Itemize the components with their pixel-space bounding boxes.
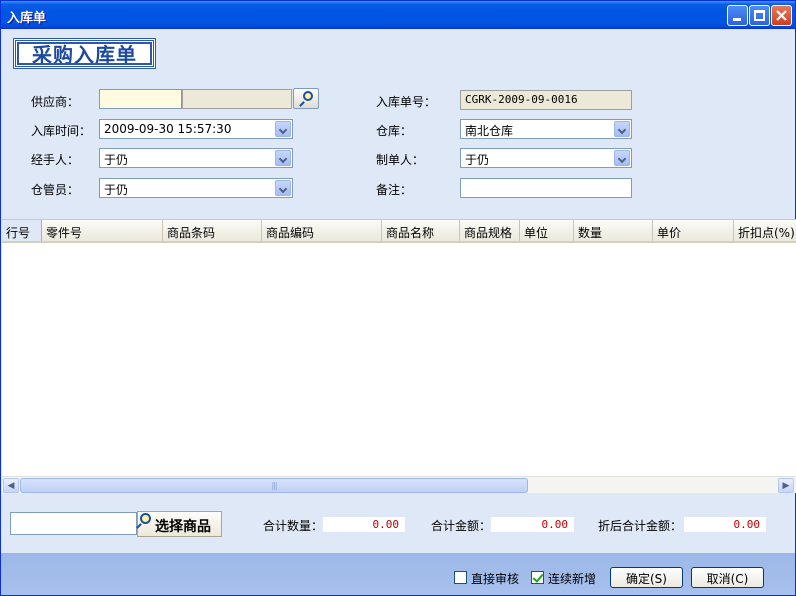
supplier-search-button[interactable] [293, 88, 319, 109]
chevron-down-icon[interactable] [614, 121, 630, 137]
supplier-label: 供应商： [31, 95, 80, 109]
direct-audit-label[interactable]: 直接审核 [471, 570, 519, 587]
creator-label: 制单人： [376, 153, 425, 167]
chevron-down-icon[interactable] [275, 180, 291, 196]
discounted-total-value: 0.00 [684, 517, 766, 532]
chevron-down-icon[interactable] [275, 121, 291, 137]
items-grid[interactable]: 行号 零件号 商品条码 商品编码 商品名称 商品规格 单位 数量 单价 折扣点(… [2, 219, 796, 493]
footer-bar: 直接审核 连续新增 确定(S) 取消(C) [1, 553, 795, 595]
direct-audit-checkbox[interactable] [454, 571, 467, 584]
close-icon [776, 10, 787, 21]
column-header[interactable]: 商品编码 [262, 220, 382, 241]
scroll-right-button[interactable]: ▶ [778, 478, 794, 493]
creator-select[interactable]: 于仍 [460, 148, 632, 168]
warehouse-label: 仓库： [376, 124, 413, 138]
column-header[interactable]: 数量 [574, 220, 653, 241]
handler-value: 于仍 [104, 153, 129, 167]
order-no-field: CGRK-2009-09-0016 [460, 90, 632, 110]
total-qty-label: 合计数量： [263, 519, 324, 533]
keeper-select[interactable]: 于仍 [99, 178, 293, 198]
discounted-total-label: 折后合计金额： [598, 519, 683, 533]
keeper-value: 于仍 [104, 183, 129, 197]
supplier-input[interactable] [99, 89, 182, 109]
grid-header: 行号 零件号 商品条码 商品编码 商品名称 商品规格 单位 数量 单价 折扣点(… [2, 220, 796, 243]
remark-input[interactable] [460, 178, 632, 198]
maximize-icon [754, 10, 765, 21]
horizontal-scrollbar[interactable]: ◀ ||| ▶ [2, 476, 796, 493]
warehouse-value: 南北仓库 [465, 124, 514, 138]
scroll-left-button[interactable]: ◀ [3, 478, 19, 493]
scroll-thumb-grip: ||| [271, 481, 277, 490]
creator-value: 于仍 [465, 153, 490, 167]
ok-button[interactable]: 确定(S) [610, 567, 683, 588]
cancel-button[interactable]: 取消(C) [691, 567, 764, 588]
column-header[interactable]: 商品名称 [382, 220, 460, 241]
maximize-button[interactable] [749, 5, 770, 26]
continuous-add-checkbox[interactable] [531, 571, 544, 584]
column-header[interactable]: 商品规格 [460, 220, 520, 241]
column-header[interactable]: 零件号 [42, 220, 163, 241]
select-product-label: 选择商品 [155, 519, 211, 535]
title-bar[interactable]: 入库单 [1, 1, 795, 29]
order-no-label: 入库单号： [376, 95, 437, 109]
total-qty-value: 0.00 [323, 517, 405, 532]
order-no-value: CGRK-2009-09-0016 [465, 93, 578, 106]
time-picker[interactable]: 2009-09-30 15:57:30 [99, 119, 293, 139]
total-amount-value: 0.00 [491, 517, 574, 532]
purchase-receipt-window: 入库单 采购入库单 供应商： 入库时间： 2009-09-30 15:57:30… [0, 0, 796, 596]
minimize-button[interactable] [727, 5, 748, 26]
time-value: 2009-09-30 15:57:30 [104, 122, 232, 136]
chevron-right-icon: ▶ [782, 480, 790, 491]
search-icon [140, 513, 151, 524]
column-header[interactable]: 单位 [520, 220, 574, 241]
column-header[interactable]: 行号 [2, 220, 42, 241]
remark-label: 备注： [376, 183, 413, 197]
column-header[interactable]: 折扣点(%) [734, 220, 796, 241]
chevron-left-icon: ◀ [7, 480, 15, 491]
handler-label: 经手人： [31, 153, 80, 167]
column-header[interactable]: 商品条码 [163, 220, 262, 241]
column-header[interactable]: 单价 [653, 220, 734, 241]
page-logo: 采购入库单 [13, 38, 156, 69]
handler-select[interactable]: 于仍 [99, 148, 293, 168]
window-title: 入库单 [7, 11, 47, 26]
product-code-input[interactable] [10, 512, 137, 535]
continuous-add-label[interactable]: 连续新增 [548, 570, 596, 587]
chevron-down-icon[interactable] [614, 150, 630, 166]
scroll-thumb[interactable]: ||| [20, 478, 528, 493]
page-logo-text: 采购入库单 [32, 43, 137, 67]
select-product-button[interactable]: 选择商品 [137, 511, 222, 537]
keeper-label: 仓管员： [31, 183, 80, 197]
warehouse-select[interactable]: 南北仓库 [460, 119, 632, 139]
minimize-icon [733, 18, 741, 21]
time-label: 入库时间： [31, 124, 92, 138]
total-amount-label: 合计金额： [431, 519, 492, 533]
chevron-down-icon[interactable] [275, 150, 291, 166]
close-button[interactable] [771, 5, 792, 26]
supplier-name-display [182, 89, 292, 109]
search-icon [303, 91, 313, 101]
